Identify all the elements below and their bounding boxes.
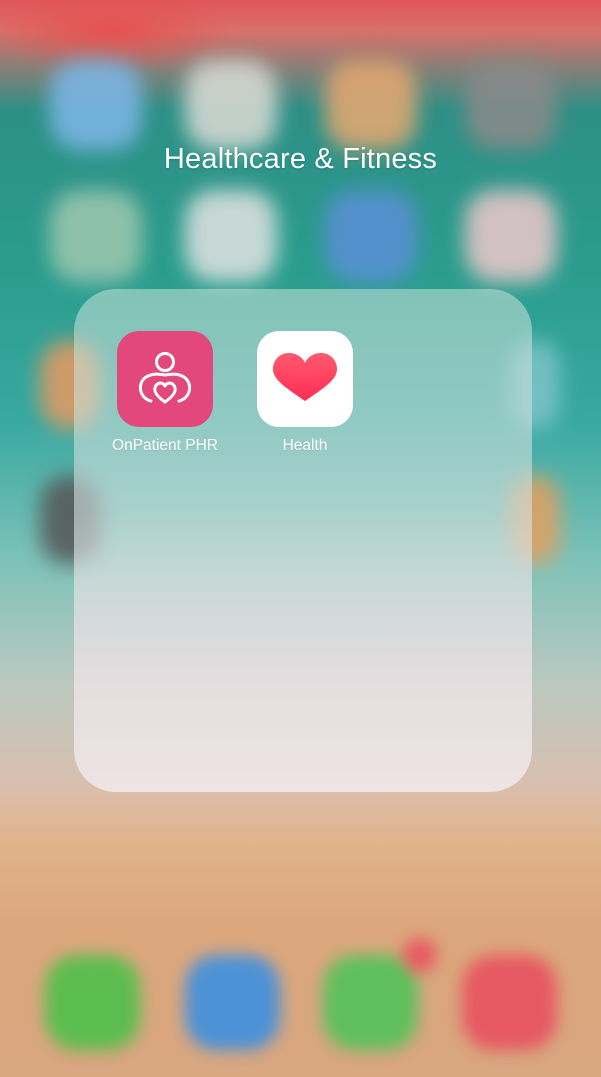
background-app-icon bbox=[325, 190, 417, 282]
folder-title[interactable]: Healthcare & Fitness bbox=[0, 143, 601, 183]
background-app-icon bbox=[50, 60, 142, 150]
notification-badge bbox=[403, 938, 437, 972]
background-app-icon bbox=[185, 60, 277, 150]
folder-panel: OnPatient PHR Health bbox=[74, 289, 532, 792]
background-app-icon bbox=[50, 190, 142, 282]
background-app-icon bbox=[185, 190, 277, 282]
dock-safari-icon[interactable] bbox=[185, 955, 280, 1050]
heart-icon bbox=[257, 331, 353, 427]
dock-messages-icon[interactable] bbox=[323, 955, 418, 1050]
app-onpatient-phr[interactable]: OnPatient PHR bbox=[105, 331, 225, 455]
background-app-icon bbox=[465, 60, 557, 150]
dock-music-icon[interactable] bbox=[462, 955, 557, 1050]
background-app-icon bbox=[325, 60, 417, 150]
app-label: Health bbox=[282, 437, 328, 454]
app-health[interactable]: Health bbox=[245, 331, 365, 455]
app-label: OnPatient PHR bbox=[112, 437, 218, 454]
person-heart-icon bbox=[117, 331, 213, 427]
background-app-icon bbox=[465, 190, 557, 282]
dock-phone-icon[interactable] bbox=[45, 955, 140, 1050]
